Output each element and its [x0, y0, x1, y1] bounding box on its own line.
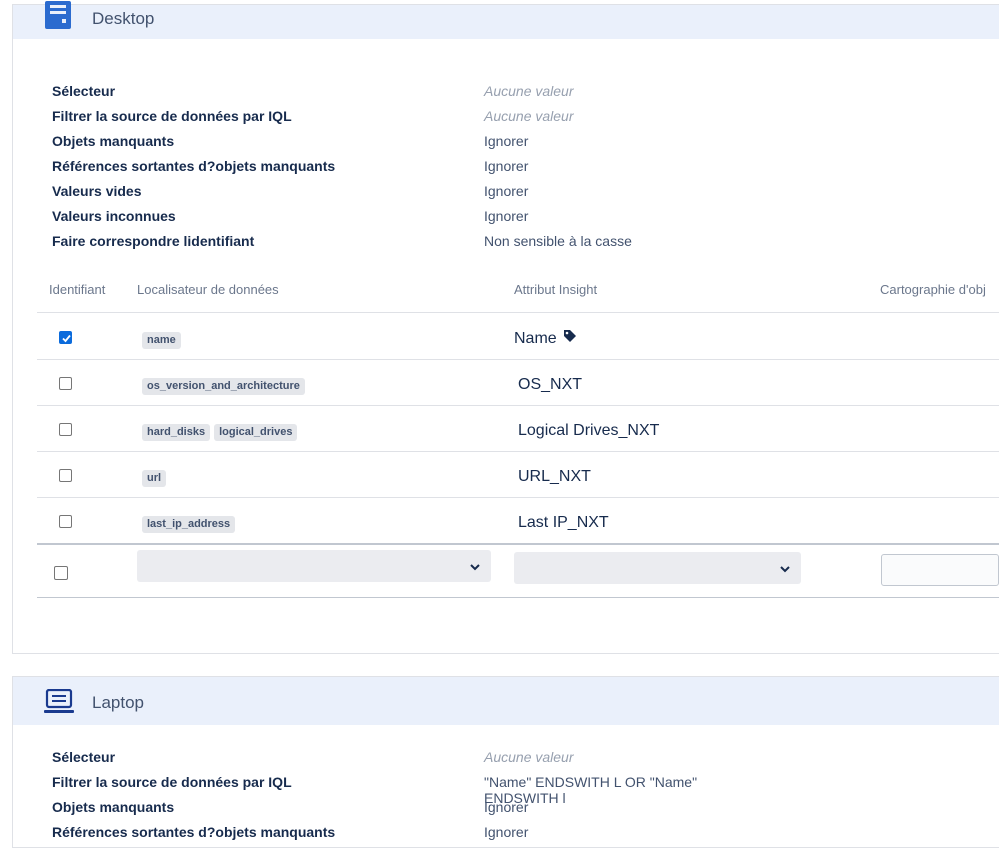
property-row: Références sortantes d?objets manquants … [52, 158, 752, 178]
desktop-title: Desktop [92, 9, 155, 28]
laptop-section-header[interactable] [13, 677, 999, 725]
property-row: Valeurs vides Ignorer [52, 183, 752, 203]
chevron-down-icon [469, 560, 481, 578]
row-divider [37, 359, 999, 360]
data-locator-select[interactable] [137, 550, 491, 582]
locator-lozenges: last_ip_address [142, 516, 236, 533]
tag-icon [563, 329, 577, 348]
identifier-checkbox[interactable] [59, 377, 72, 390]
table-bottom-divider [37, 597, 999, 598]
attribute-cell: Name [514, 329, 577, 348]
property-value: Non sensible à la casse [484, 233, 632, 249]
identifier-checkbox[interactable] [59, 515, 72, 528]
property-value: Aucune valeur [484, 108, 574, 124]
property-row: Sélecteur Aucune valeur [52, 749, 752, 769]
row-divider [37, 497, 999, 498]
locator-lozenges: url [142, 470, 167, 487]
property-row: Sélecteur Aucune valeur [52, 83, 752, 103]
property-label: Valeurs vides [52, 183, 142, 199]
attribute-cell: Last IP_NXT [518, 514, 609, 532]
locator-lozenge: name [142, 332, 181, 349]
attribute-name: URL_NXT [518, 468, 591, 485]
identifier-checkbox[interactable] [59, 331, 72, 344]
table-header-divider [37, 312, 999, 313]
attribute-name: Logical Drives_NXT [518, 422, 660, 439]
property-row: Valeurs inconnues Ignorer [52, 208, 752, 228]
attribute-cell: URL_NXT [518, 468, 591, 486]
property-row: Objets manquants Ignorer [52, 799, 752, 819]
locator-lozenges: hard_disks logical_drives [142, 424, 298, 441]
property-label: Valeurs inconnues [52, 208, 176, 224]
property-value: Aucune valeur [484, 749, 574, 765]
property-label: Références sortantes d?objets manquants [52, 158, 336, 174]
identifier-checkbox[interactable] [59, 423, 72, 436]
locator-lozenges: os_version_and_architecture [142, 378, 305, 395]
property-value: Ignorer [484, 208, 529, 224]
property-label: Sélecteur [52, 749, 116, 765]
property-label: Objets manquants [52, 799, 175, 815]
property-label: Sélecteur [52, 83, 116, 99]
row-divider [37, 405, 999, 406]
object-mapping-input[interactable] [881, 554, 999, 586]
column-header-identifier: Identifiant [49, 282, 106, 297]
property-value: Ignorer [484, 183, 529, 199]
property-label: Références sortantes d?objets manquants [52, 824, 336, 840]
laptop-section: Laptop Sélecteur Aucune valeur Filtrer l… [12, 676, 999, 848]
desktop-icon [42, 0, 74, 36]
locator-lozenge: last_ip_address [142, 516, 236, 533]
property-row: Filtrer la source de données par IQL "Na… [52, 774, 752, 806]
new-identifier-checkbox[interactable] [54, 566, 68, 580]
locator-lozenge: logical_drives [214, 424, 298, 441]
laptop-icon [43, 688, 75, 720]
column-header-locator: Localisateur de données [137, 282, 279, 297]
attribute-name: Name [514, 329, 557, 347]
property-value: Ignorer [484, 799, 529, 815]
locator-lozenge: hard_disks [142, 424, 211, 441]
column-header-mapping: Cartographie d'obj [880, 282, 986, 297]
property-row: Références sortantes d?objets manquants … [52, 824, 752, 844]
property-label: Filtrer la source de données par IQL [52, 774, 292, 790]
property-row: Faire correspondre lidentifiant Non sens… [52, 233, 752, 253]
property-row: Filtrer la source de données par IQL Auc… [52, 108, 752, 128]
property-label: Faire correspondre lidentifiant [52, 233, 255, 249]
attribute-name: OS_NXT [518, 376, 583, 393]
property-label: Filtrer la source de données par IQL [52, 108, 292, 124]
locator-lozenge: os_version_and_architecture [142, 378, 305, 395]
locator-lozenges: name [142, 332, 181, 349]
property-row: Objets manquants Ignorer [52, 133, 752, 153]
property-label: Objets manquants [52, 133, 175, 149]
attribute-cell: OS_NXT [518, 376, 582, 394]
locator-lozenge: url [142, 470, 167, 487]
desktop-section-header[interactable] [13, 5, 999, 39]
property-value: Ignorer [484, 133, 529, 149]
row-divider [37, 451, 999, 452]
chevron-down-icon [779, 562, 791, 580]
column-header-attribute: Attribut Insight [514, 282, 598, 297]
property-value: Aucune valeur [484, 83, 574, 99]
property-value: Ignorer [484, 824, 529, 840]
attribute-cell: Logical Drives_NXT [518, 422, 659, 440]
row-divider [37, 543, 999, 545]
insight-attribute-select[interactable] [514, 552, 801, 584]
property-value: Ignorer [484, 158, 529, 174]
identifier-checkbox[interactable] [59, 469, 72, 482]
laptop-title: Laptop [92, 693, 144, 712]
attribute-name: Last IP_NXT [518, 514, 609, 531]
